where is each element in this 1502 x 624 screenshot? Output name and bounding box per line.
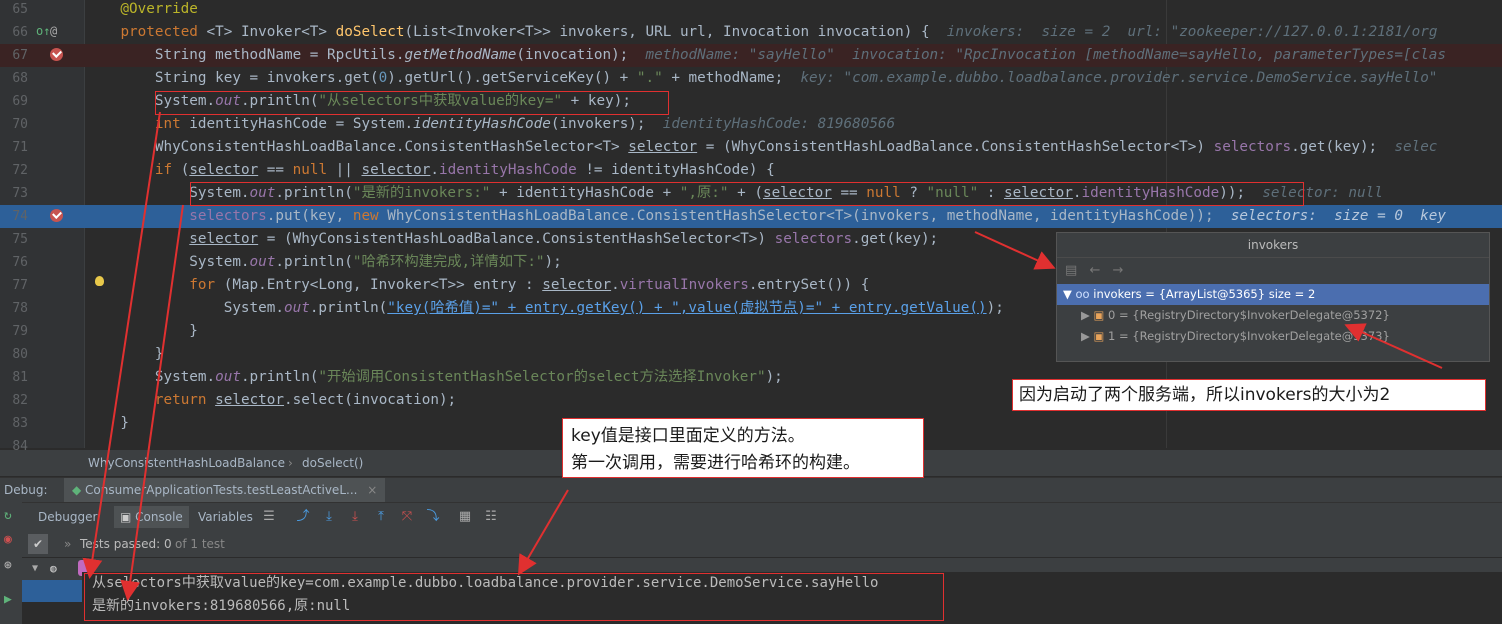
arrow-invokers-to-popup xyxy=(974,231,1056,270)
arrow-callout-to-size xyxy=(1344,323,1443,369)
arrow-callout-to-console xyxy=(517,489,569,576)
arrow-line69-to-console xyxy=(82,111,161,579)
annotation-arrows xyxy=(82,111,1443,601)
